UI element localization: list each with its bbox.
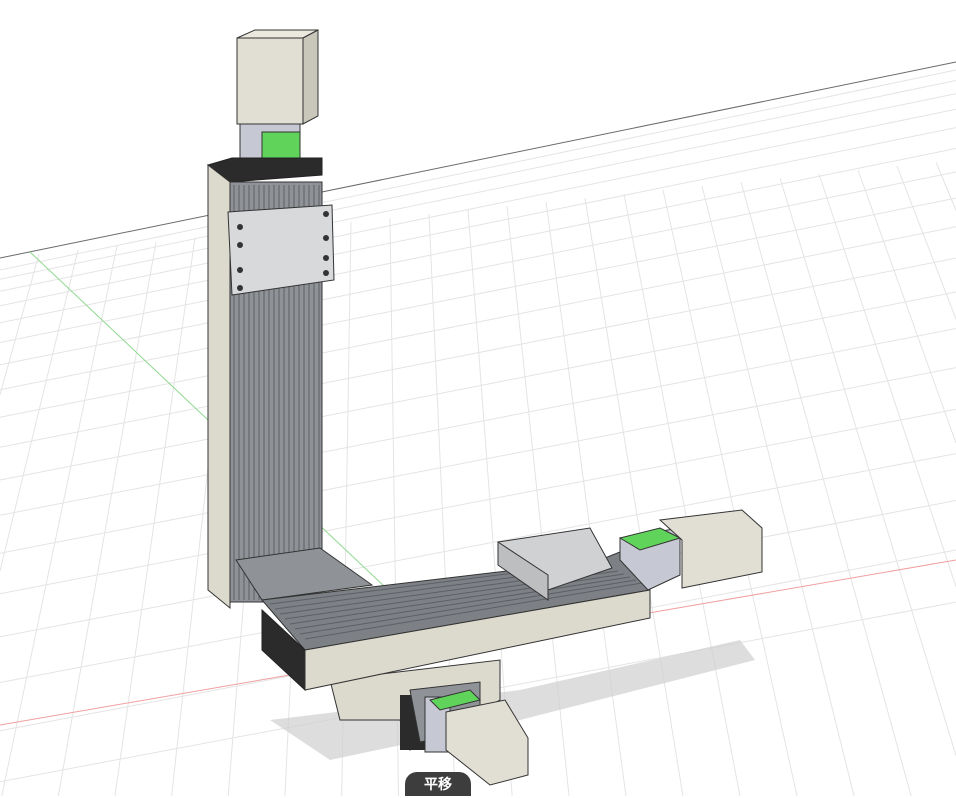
grid-line [818,173,956,587]
bolt [323,235,329,241]
grid-line [0,93,956,292]
bolt [237,224,243,230]
grid-line [740,181,912,796]
grid-line [0,367,956,554]
grid-line [0,148,956,343]
z-motor-side [302,29,319,125]
3d-viewport[interactable]: 平移 [0,0,956,796]
bolt [323,211,329,217]
horizon-line [0,61,956,259]
grid-line [623,193,741,796]
bolt [237,285,243,291]
grid-line [0,408,956,595]
grid-line [779,177,956,756]
z-body-side [207,163,231,610]
grid-line [0,171,956,366]
grid-line [0,226,956,418]
model-canvas[interactable] [0,0,956,796]
grid-line [857,169,956,444]
grid-line [0,257,956,448]
z-motor [236,37,304,125]
grid-line [0,328,956,516]
bolt [237,242,243,248]
grid-line [0,108,956,307]
grid-line [935,161,956,211]
grid-line [114,237,196,796]
vertical-linear-stage[interactable] [206,29,335,610]
grid-line [701,185,855,796]
grid-line [0,69,956,271]
grid-line [0,291,956,481]
grid-line [0,80,956,280]
grid-line [584,197,684,796]
pan-tooltip: 平移 [405,772,471,796]
bolt [323,270,329,276]
z-carriage-plate [227,204,335,296]
bolt [323,255,329,261]
bolt [237,267,243,273]
